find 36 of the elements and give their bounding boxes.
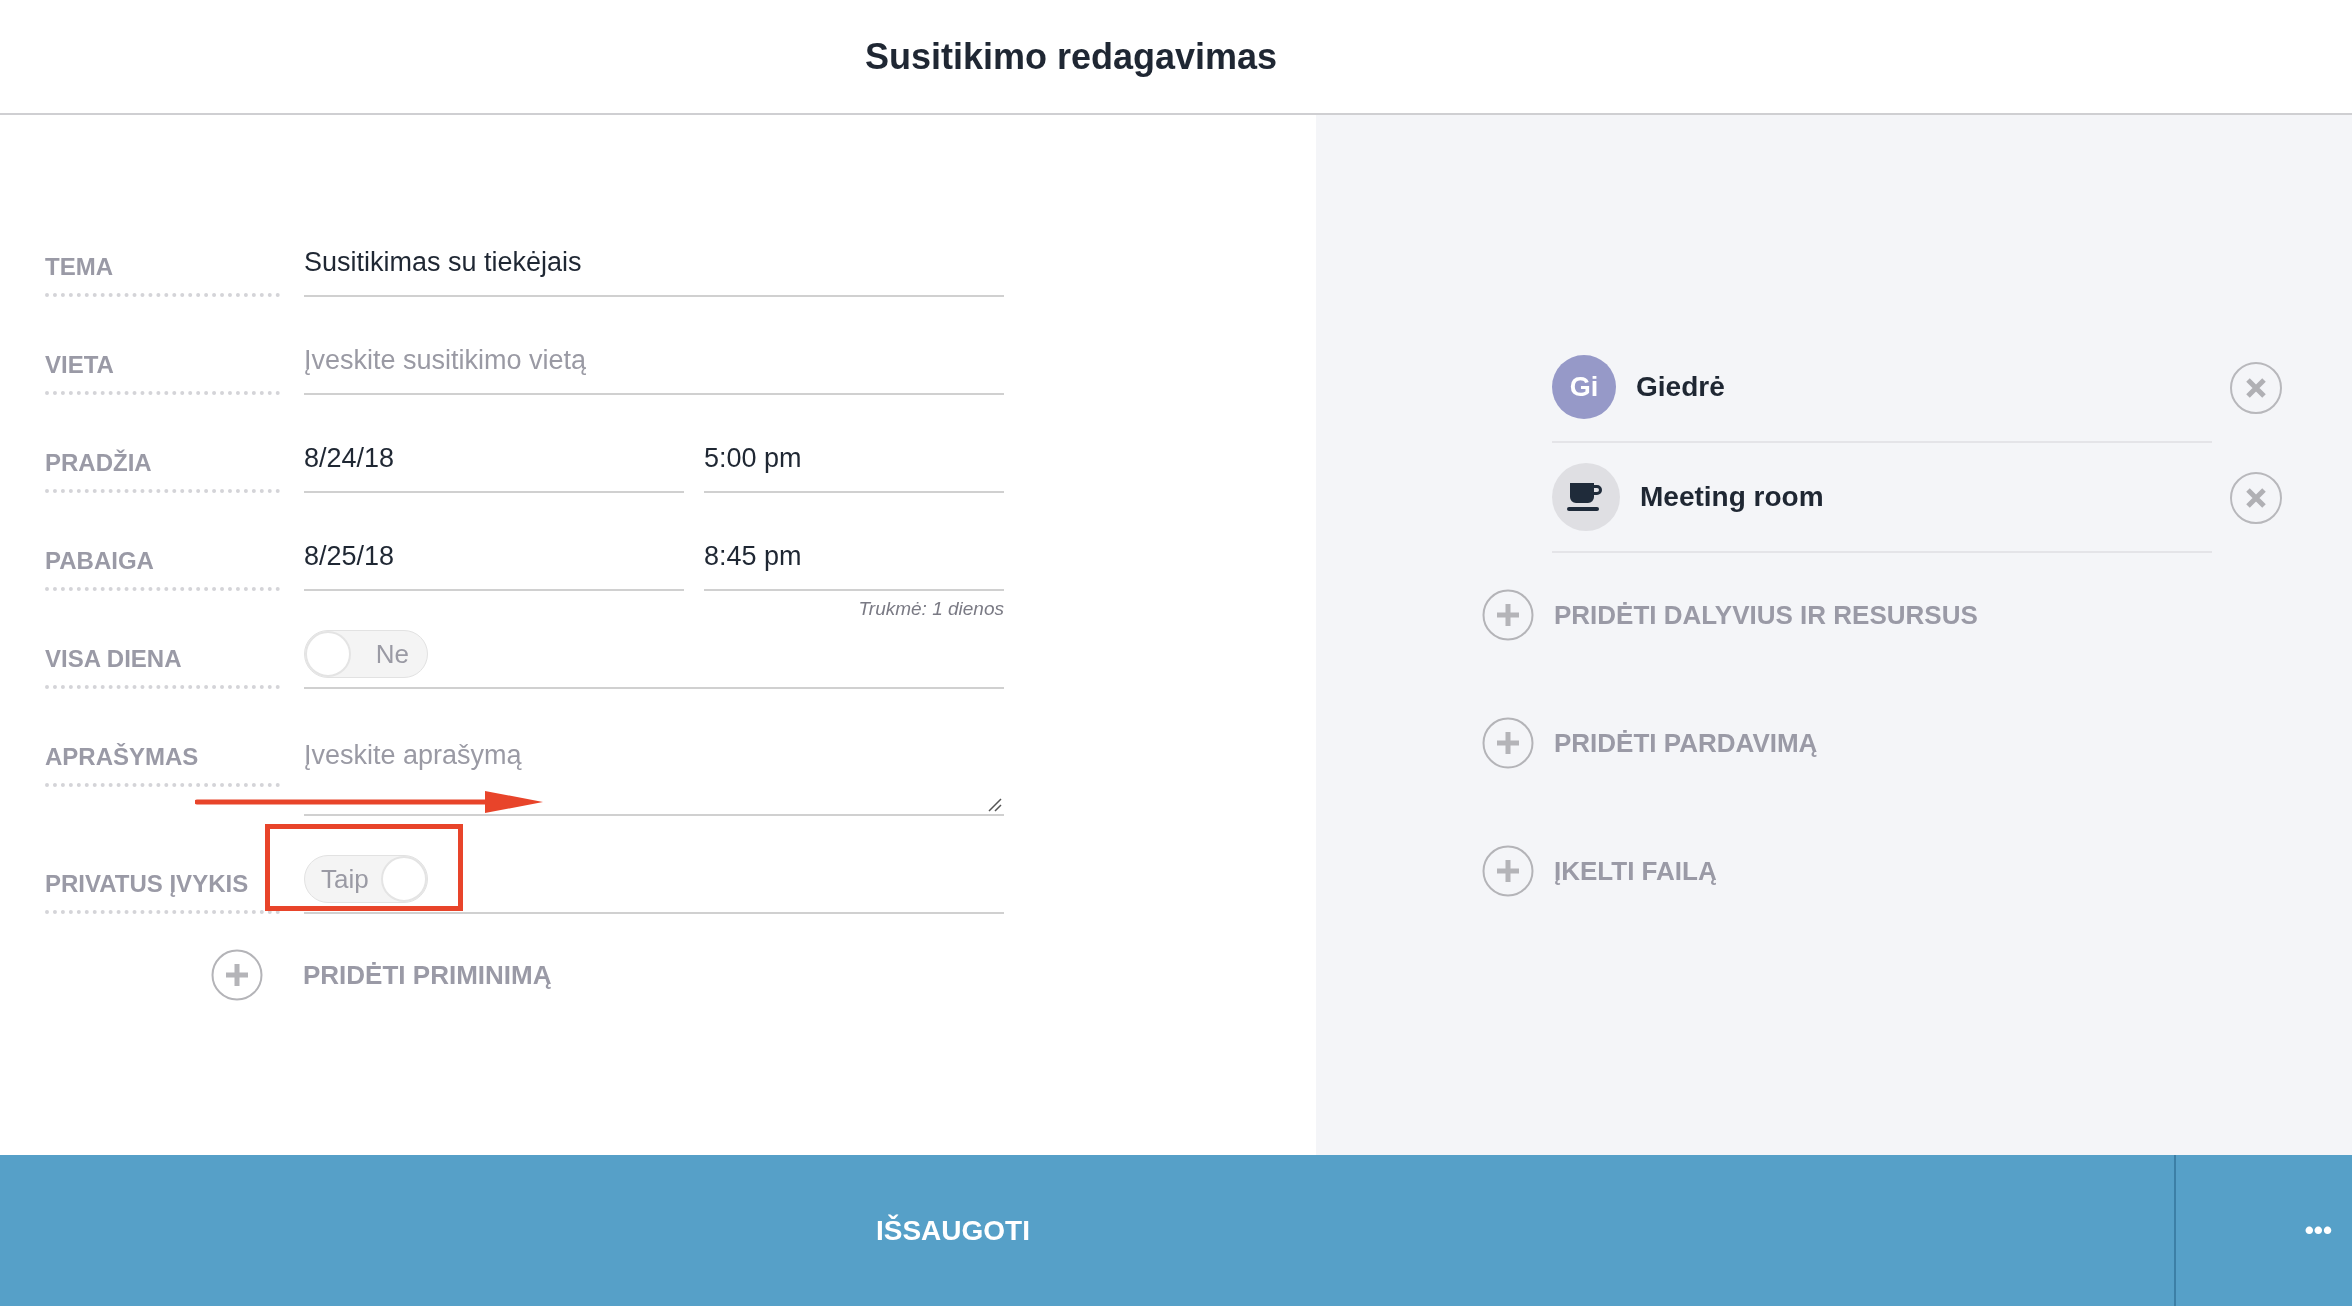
date-field[interactable]: 8/24/18 (304, 425, 684, 493)
add-icon[interactable] (211, 949, 263, 1001)
participant-name: Giedrė (1636, 370, 1725, 404)
avatar: Gi (1552, 355, 1616, 419)
field-label: PRADŽIA (45, 445, 280, 493)
add-action-link[interactable]: PRIDĖTI PARDAVIMĄ (1554, 723, 1818, 763)
field-label: PRIVATUS ĮVYKIS (45, 866, 280, 914)
close-icon (2245, 487, 2267, 509)
toggle-switch[interactable]: Taip (304, 855, 428, 903)
toggle-switch[interactable]: Ne (304, 630, 428, 678)
field-label: APRAŠYMAS (45, 739, 280, 787)
more-button[interactable]: ••• (2176, 1155, 2352, 1306)
time-field[interactable]: 8:45 pm (704, 523, 1004, 591)
resize-handle-icon[interactable] (988, 798, 1002, 812)
close-icon (2245, 377, 2267, 399)
remove-button[interactable] (2230, 362, 2282, 414)
duration-note: Trukmė: 1 dienos (858, 597, 1004, 621)
text-field[interactable]: Įveskite susitikimo vietą (304, 327, 1004, 395)
window-title: Susitikimo redagavimas (864, 35, 1278, 77)
coffee-cup-icon (1567, 481, 1605, 513)
field-label: TEMA (45, 249, 280, 297)
date-field[interactable]: 8/25/18 (304, 523, 684, 591)
participant-name: Meeting room (1640, 480, 1824, 514)
remove-button[interactable] (2230, 472, 2282, 524)
field-label: PABAIGA (45, 543, 280, 591)
add-icon[interactable] (1482, 589, 1534, 641)
add-action-link[interactable]: PRIDĖTI DALYVIUS IR RESURSUS (1554, 595, 1978, 635)
add-icon[interactable] (1482, 717, 1534, 769)
field-label: VIETA (45, 347, 280, 395)
field-label: VISA DIENA (45, 641, 280, 689)
time-field[interactable]: 5:00 pm (704, 425, 1004, 493)
save-button[interactable]: IŠSAUGOTI (0, 1155, 2176, 1306)
text-field[interactable]: Susitikimas su tiekėjais (304, 229, 1004, 297)
add-icon[interactable] (1482, 845, 1534, 897)
add-action-link[interactable]: ĮKELTI FAILĄ (1554, 851, 1717, 891)
add-reminder-link[interactable]: PRIDĖTI PRIMINIMĄ (303, 955, 552, 995)
